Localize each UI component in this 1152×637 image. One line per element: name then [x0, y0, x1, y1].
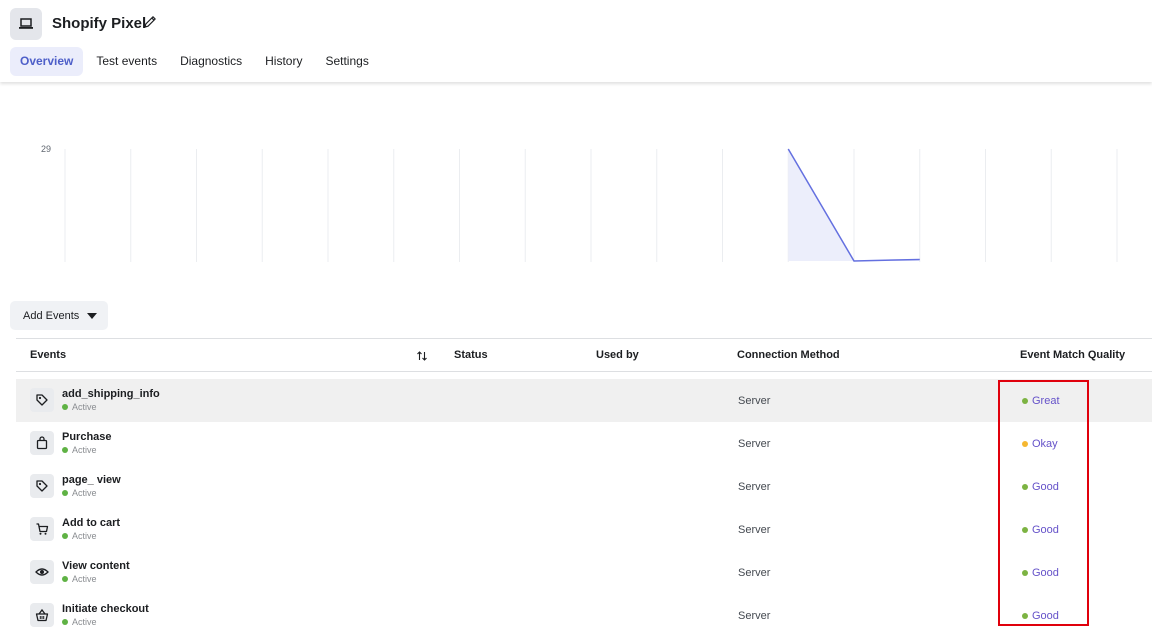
status-dot [62, 490, 68, 496]
connection-method: Server [738, 610, 771, 622]
page-header: Shopify Pixel Overview Test events Diagn… [0, 0, 1152, 82]
col-events[interactable]: Events [30, 349, 66, 361]
events-table: Events Status Used by Connection Method … [16, 338, 1152, 637]
event-name[interactable]: Add to cart [62, 517, 120, 529]
basket-icon [30, 603, 54, 627]
status-dot [62, 533, 68, 539]
events-chart: 29 [0, 82, 1152, 272]
col-match-quality[interactable]: Event Match Quality [1020, 349, 1125, 361]
table-header: Events Status Used by Connection Method … [16, 338, 1152, 372]
event-name[interactable]: add_shipping_info [62, 388, 160, 400]
event-name[interactable]: Initiate checkout [62, 603, 149, 615]
table-row[interactable]: add_shipping_info Active Server Great [16, 379, 1152, 422]
connection-method: Server [738, 567, 771, 579]
event-status-label: Active [72, 488, 97, 498]
quality-dot [1022, 441, 1028, 447]
event-status-label: Active [72, 531, 97, 541]
quality-dot [1022, 398, 1028, 404]
match-quality[interactable]: Okay [1022, 438, 1058, 450]
quality-dot [1022, 527, 1028, 533]
table-row[interactable]: Purchase Active Server Okay [16, 422, 1152, 465]
event-status: Active [62, 488, 97, 498]
match-quality-label: Good [1032, 524, 1059, 536]
status-dot [62, 619, 68, 625]
pencil-icon[interactable] [142, 14, 158, 30]
sort-icon[interactable] [416, 349, 428, 361]
match-quality[interactable]: Good [1022, 567, 1059, 579]
event-status-label: Active [72, 574, 97, 584]
event-status-label: Active [72, 445, 97, 455]
tab-overview[interactable]: Overview [10, 47, 84, 76]
tab-test-events[interactable]: Test events [86, 47, 167, 76]
match-quality[interactable]: Good [1022, 610, 1059, 622]
tab-settings[interactable]: Settings [315, 47, 378, 76]
cart-icon [30, 517, 54, 541]
event-status: Active [62, 574, 97, 584]
chart-plot [64, 148, 1118, 262]
match-quality[interactable]: Good [1022, 481, 1059, 493]
event-status: Active [62, 445, 97, 455]
table-row[interactable]: View content Active Server Good [16, 551, 1152, 594]
status-dot [62, 447, 68, 453]
event-status: Active [62, 617, 97, 627]
quality-dot [1022, 613, 1028, 619]
match-quality-label: Good [1032, 481, 1059, 493]
eye-icon [30, 560, 54, 584]
add-events-button[interactable]: Add Events [10, 301, 108, 330]
laptop-icon [10, 8, 42, 40]
match-quality-label: Great [1032, 395, 1060, 407]
add-events-label: Add Events [23, 309, 80, 322]
tab-diagnostics[interactable]: Diagnostics [170, 47, 252, 76]
tab-history[interactable]: History [255, 47, 312, 76]
col-status[interactable]: Status [454, 349, 488, 361]
tab-bar: Overview Test events Diagnostics History… [10, 47, 382, 76]
status-dot [62, 576, 68, 582]
col-connection-method[interactable]: Connection Method [737, 349, 840, 361]
connection-method: Server [738, 438, 771, 450]
event-name[interactable]: page_ view [62, 474, 121, 486]
event-status-label: Active [72, 402, 97, 412]
connection-method: Server [738, 481, 771, 493]
status-dot [62, 404, 68, 410]
connection-method: Server [738, 524, 771, 536]
event-status: Active [62, 402, 97, 412]
event-status: Active [62, 531, 97, 541]
caret-down-icon [87, 312, 98, 319]
page-title: Shopify Pixel [52, 15, 147, 32]
match-quality-label: Good [1032, 610, 1059, 622]
match-quality[interactable]: Good [1022, 524, 1059, 536]
event-name[interactable]: Purchase [62, 431, 112, 443]
quality-dot [1022, 570, 1028, 576]
table-row[interactable]: Initiate checkout Active Server Good [16, 594, 1152, 637]
event-status-label: Active [72, 617, 97, 627]
connection-method: Server [738, 395, 771, 407]
y-tick-label: 29 [41, 144, 52, 154]
shopping-bag-icon [30, 431, 54, 455]
table-row[interactable]: page_ view Active Server Good [16, 465, 1152, 508]
match-quality-label: Okay [1032, 438, 1058, 450]
tag-icon [30, 388, 54, 412]
match-quality[interactable]: Great [1022, 395, 1060, 407]
tag-icon [30, 474, 54, 498]
event-name[interactable]: View content [62, 560, 130, 572]
col-used-by[interactable]: Used by [596, 349, 639, 361]
table-row[interactable]: Add to cart Active Server Good [16, 508, 1152, 551]
match-quality-label: Good [1032, 567, 1059, 579]
quality-dot [1022, 484, 1028, 490]
